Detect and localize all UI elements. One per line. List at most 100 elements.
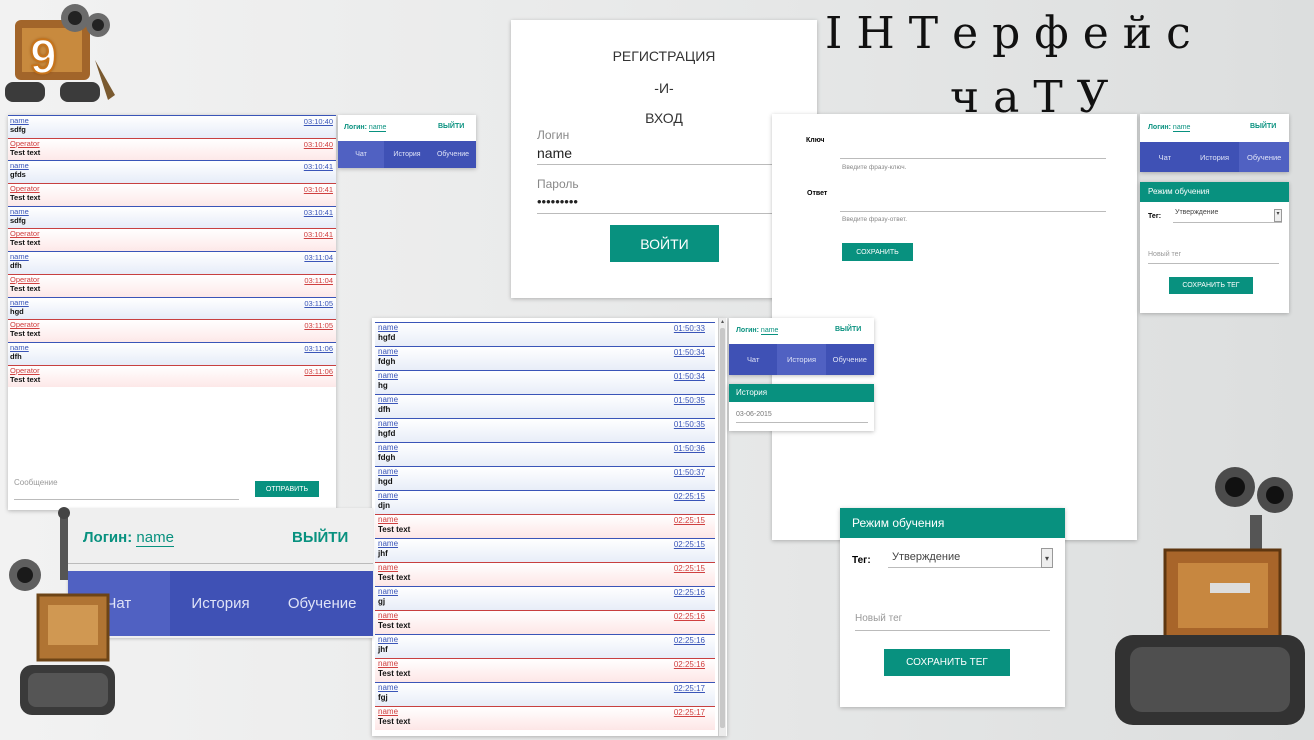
tab-history[interactable]: История bbox=[1190, 142, 1240, 172]
message-author[interactable]: Operator bbox=[10, 366, 334, 375]
logout-button[interactable]: ВЫЙТИ bbox=[1250, 123, 1276, 130]
robot-image-top-left bbox=[5, 4, 115, 102]
new-tag-input[interactable]: Новый тег bbox=[855, 613, 1050, 631]
message-author[interactable]: name bbox=[378, 515, 712, 525]
password-field[interactable]: ••••••••• bbox=[537, 194, 797, 214]
message-author[interactable]: name bbox=[378, 371, 712, 381]
message-list[interactable]: name 03:10:40 sdfg Operator 03:10:40 Test tex… bbox=[8, 115, 336, 388]
message-time: 02:25:16 bbox=[673, 660, 705, 669]
message-author[interactable]: Operator bbox=[10, 320, 334, 329]
message-author[interactable]: name bbox=[378, 707, 712, 717]
message-author[interactable]: Operator bbox=[10, 275, 334, 284]
tag-select[interactable]: Утверждение ▾ bbox=[1173, 209, 1282, 223]
tab-chat[interactable]: Чат bbox=[1140, 142, 1190, 172]
logout-button[interactable]: ВЫЙТИ bbox=[292, 529, 348, 546]
message-list[interactable]: name 01:50:33 hgfd name 01:50:34 fdgh name 01:5… bbox=[375, 322, 715, 730]
message-time: 03:10:40 bbox=[303, 139, 333, 149]
message-author[interactable]: name bbox=[378, 563, 712, 573]
logout-button[interactable]: ВЫЙТИ bbox=[835, 326, 861, 333]
chevron-down-icon: ▾ bbox=[1041, 548, 1053, 568]
tab-learning[interactable]: Обучение bbox=[1239, 142, 1290, 172]
message-text: hg bbox=[378, 381, 388, 390]
message-row: Operator 03:11:06 Test text bbox=[8, 364, 336, 388]
scrollbar-thumb[interactable] bbox=[720, 328, 725, 728]
login-label: Логин: bbox=[736, 327, 759, 334]
message-time: 03:10:41 bbox=[303, 162, 333, 172]
logout-button[interactable]: ВЫЙТИ bbox=[438, 123, 464, 130]
login-field[interactable]: name bbox=[537, 145, 797, 165]
tab-chat[interactable]: Чат bbox=[338, 141, 384, 168]
message-author[interactable]: name bbox=[378, 635, 712, 645]
tab-learning[interactable]: Обучение bbox=[826, 344, 874, 375]
message-author[interactable]: Operator bbox=[10, 184, 334, 193]
message-time: 02:25:15 bbox=[673, 516, 705, 525]
message-row: name 01:50:35 dfh bbox=[375, 394, 715, 418]
message-author[interactable]: name bbox=[10, 298, 334, 307]
message-author[interactable]: Operator bbox=[10, 229, 334, 238]
key-input[interactable] bbox=[840, 139, 1106, 159]
key-label: Ключ bbox=[806, 137, 825, 144]
message-text: jhf bbox=[378, 549, 388, 558]
save-button[interactable]: СОХРАНИТЬ bbox=[842, 243, 913, 261]
tab-history[interactable]: История bbox=[384, 141, 430, 168]
message-author[interactable]: Operator bbox=[10, 139, 334, 148]
message-author[interactable]: name bbox=[378, 419, 712, 429]
message-author[interactable]: name bbox=[378, 467, 712, 477]
message-author[interactable]: name bbox=[10, 343, 334, 352]
message-row: Operator 03:11:04 Test text bbox=[8, 273, 336, 297]
message-text: fdgh bbox=[378, 357, 396, 366]
message-text: dfh bbox=[378, 405, 391, 414]
answer-hint: Введите фразу-ответ. bbox=[842, 216, 908, 223]
message-time: 01:50:37 bbox=[673, 468, 705, 477]
login-value: name bbox=[760, 327, 779, 335]
answer-input[interactable] bbox=[840, 192, 1106, 212]
scrollbar[interactable]: ▴ bbox=[718, 318, 726, 736]
tab-history[interactable]: История bbox=[777, 344, 826, 375]
message-time: 01:50:34 bbox=[673, 372, 705, 381]
message-text: dfh bbox=[10, 351, 22, 361]
message-time: 03:11:05 bbox=[304, 298, 333, 308]
tab-history[interactable]: История bbox=[170, 571, 272, 636]
message-author[interactable]: name bbox=[378, 443, 712, 453]
tab-learning[interactable]: Обучение bbox=[271, 571, 373, 636]
tab-chat[interactable]: Чат bbox=[729, 344, 777, 375]
learning-mode-title: Режим обучения bbox=[840, 508, 1065, 538]
message-author[interactable]: name bbox=[378, 347, 712, 357]
message-author[interactable]: name bbox=[378, 683, 712, 693]
message-input[interactable]: Сообщение bbox=[14, 475, 239, 500]
history-date-item[interactable]: 03-06-2015 bbox=[736, 411, 868, 423]
scroll-up-icon[interactable]: ▴ bbox=[719, 318, 726, 326]
message-author[interactable]: name bbox=[378, 395, 712, 405]
login-value: name bbox=[1172, 124, 1191, 132]
tab-learning[interactable]: Обучение bbox=[430, 141, 476, 168]
message-time: 02:25:16 bbox=[673, 636, 705, 645]
tag-select[interactable]: Утверждение ▾ bbox=[888, 548, 1053, 568]
answer-label: Ответ bbox=[807, 190, 828, 197]
slide-title-line1: ІНТерфейс bbox=[825, 8, 1205, 59]
message-author[interactable]: name bbox=[378, 659, 712, 669]
message-author[interactable]: name bbox=[378, 491, 712, 501]
message-text: hgd bbox=[10, 306, 24, 316]
history-card: История 03-06-2015 bbox=[729, 384, 874, 431]
message-row: name 03:10:41 sdfg bbox=[8, 205, 336, 229]
message-row: name 01:50:35 hgfd bbox=[375, 418, 715, 442]
message-author[interactable]: name bbox=[378, 587, 712, 597]
new-tag-input[interactable]: Новый тег bbox=[1148, 251, 1279, 264]
message-text: Test text bbox=[10, 329, 41, 339]
login-label: Логин: bbox=[1148, 124, 1171, 131]
send-button[interactable]: ОТПРАВИТЬ bbox=[255, 481, 319, 497]
message-author[interactable]: name bbox=[10, 252, 334, 261]
message-time: 02:25:15 bbox=[673, 564, 705, 573]
message-author[interactable]: name bbox=[378, 539, 712, 549]
message-author[interactable]: name bbox=[10, 116, 334, 125]
message-author[interactable]: name bbox=[378, 323, 712, 333]
save-tag-button[interactable]: СОХРАНИТЬ ТЕГ bbox=[884, 649, 1010, 676]
save-tag-button[interactable]: СОХРАНИТЬ ТЕГ bbox=[1169, 277, 1253, 294]
login-button[interactable]: ВОЙТИ bbox=[610, 225, 719, 262]
register-title: РЕГИСТРАЦИЯ bbox=[612, 48, 716, 64]
message-time: 01:50:33 bbox=[673, 324, 705, 333]
message-author[interactable]: name bbox=[10, 161, 334, 170]
message-author[interactable]: name bbox=[378, 611, 712, 621]
message-author[interactable]: name bbox=[10, 207, 334, 216]
message-time: 03:10:41 bbox=[303, 207, 333, 217]
